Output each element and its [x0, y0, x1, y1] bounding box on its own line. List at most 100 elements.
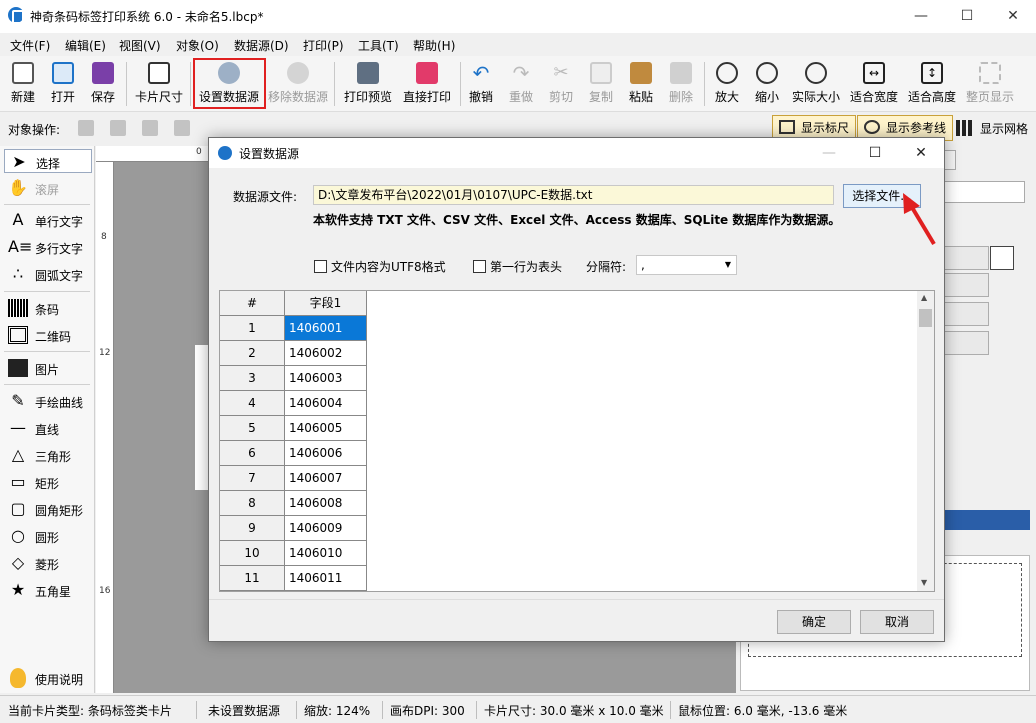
grid-header-field1[interactable]: 字段1 [285, 291, 367, 316]
tool-select-label: 选择 [36, 157, 61, 171]
grid-cell[interactable]: 1406007 [285, 466, 367, 491]
database-remove-icon [287, 62, 309, 84]
show-grid-toggle[interactable]: 显示网格 [980, 120, 1028, 137]
grid-cell[interactable]: 1406008 [285, 491, 367, 516]
tool-ellipse[interactable]: ○ 圆形 [4, 524, 92, 548]
save-button[interactable]: 保存 [86, 60, 120, 108]
scroll-down-icon[interactable]: ▼ [921, 578, 927, 587]
scrollbar-thumb[interactable] [919, 309, 932, 327]
grid-row-index[interactable]: 11 [220, 566, 285, 591]
zoom-out-button[interactable]: 缩小 [750, 60, 784, 108]
grid-row-index[interactable]: 2 [220, 341, 285, 366]
separator-select[interactable]: , ▼ [636, 255, 737, 275]
card-size-button[interactable]: 卡片尺寸 [132, 60, 186, 108]
grid-cell[interactable]: 1406011 [285, 566, 367, 591]
tool-select[interactable]: ➤ 选择 [4, 149, 92, 173]
remove-datasource-button[interactable]: 移除数据源 [266, 60, 330, 108]
zoom-out-icon [756, 62, 778, 84]
maximize-button[interactable]: ☐ [944, 0, 990, 32]
cancel-button[interactable]: 取消 [860, 610, 934, 634]
dialog-close-button[interactable]: ✕ [898, 138, 944, 168]
fit-height-button[interactable]: ↕ 适合高度 [906, 60, 958, 108]
tool-triangle[interactable]: △ 三角形 [4, 443, 92, 467]
fit-page-button[interactable]: 整页显示 [964, 60, 1016, 108]
paste-button[interactable]: 粘贴 [625, 60, 657, 108]
tool-barcode[interactable]: 条码 [4, 296, 92, 320]
print-preview-button[interactable]: 打印预览 [340, 60, 396, 108]
grid-cell[interactable]: 1406005 [285, 416, 367, 441]
layer-bottom-icon[interactable] [174, 120, 190, 136]
file-path-input[interactable]: D:\文章发布平台\2022\01月\0107\UPC-E数据.txt [313, 185, 834, 205]
zoom-in-button[interactable]: 放大 [710, 60, 744, 108]
tool-rectangle[interactable]: ▭ 矩形 [4, 470, 92, 494]
tool-line[interactable]: — 直线 [4, 416, 92, 440]
delete-button[interactable]: 删除 [665, 60, 697, 108]
tool-single-text[interactable]: A 单行文字 [4, 208, 92, 232]
grid-row-index[interactable]: 4 [220, 391, 285, 416]
grid-row-index[interactable]: 10 [220, 541, 285, 566]
close-button[interactable]: ✕ [990, 0, 1036, 32]
copy-button[interactable]: 复制 [585, 60, 617, 108]
tool-freehand[interactable]: ✎ 手绘曲线 [4, 389, 92, 413]
menu-datasource[interactable]: 数据源(D) [234, 37, 289, 54]
grid-cell[interactable]: 1406002 [285, 341, 367, 366]
scroll-up-icon[interactable]: ▲ [921, 293, 927, 302]
tool-diamond[interactable]: ◇ 菱形 [4, 551, 92, 575]
actual-size-button[interactable]: 实际大小 [790, 60, 842, 108]
dialog-maximize-button[interactable]: ☐ [852, 138, 898, 168]
paste-label: 粘贴 [628, 90, 653, 104]
grid-row-index[interactable]: 6 [220, 441, 285, 466]
grid-row-index[interactable]: 3 [220, 366, 285, 391]
tool-star[interactable]: ★ 五角星 [4, 578, 92, 602]
object-selector[interactable] [935, 181, 1025, 203]
new-button[interactable]: 新建 [6, 60, 40, 108]
minimize-button[interactable]: — [898, 0, 944, 32]
menu-view[interactable]: 视图(V) [119, 37, 161, 54]
tool-scroll[interactable]: ✋ 滚屏 [4, 176, 92, 200]
layer-up-icon[interactable] [78, 120, 94, 136]
menu-file[interactable]: 文件(F) [10, 37, 50, 54]
layer-down-icon[interactable] [110, 120, 126, 136]
menu-help[interactable]: 帮助(H) [413, 37, 455, 54]
circle-icon: ○ [11, 526, 25, 545]
tool-multi-text[interactable]: A≡ 多行文字 [4, 235, 92, 259]
tool-qrcode[interactable]: 二维码 [4, 323, 92, 347]
tool-image[interactable]: 图片 [4, 356, 92, 380]
direct-print-button[interactable]: 直接打印 [400, 60, 454, 108]
menu-tools[interactable]: 工具(T) [358, 37, 399, 54]
grid-row-index[interactable]: 7 [220, 466, 285, 491]
choose-file-button[interactable]: 选择文件... [843, 184, 921, 208]
cut-button[interactable]: ✂ 剪切 [545, 60, 577, 108]
utf8-checkbox[interactable] [314, 260, 327, 273]
redo-label: 重做 [508, 90, 533, 104]
grid-cell[interactable]: 1406004 [285, 391, 367, 416]
grid-row-index[interactable]: 1 [220, 316, 285, 341]
tool-rounded-rect[interactable]: ▢ 圆角矩形 [4, 497, 92, 521]
grid-cell[interactable]: 1406010 [285, 541, 367, 566]
grid-row-index[interactable]: 9 [220, 516, 285, 541]
vertical-scrollbar[interactable]: ▲ ▼ [917, 291, 934, 591]
grid-cell[interactable]: 1406001 [285, 316, 367, 341]
menu-edit[interactable]: 编辑(E) [65, 37, 106, 54]
help-button[interactable]: 使用说明 [4, 668, 92, 690]
color-swatch[interactable] [990, 246, 1014, 270]
tool-arc-text[interactable]: ∴ 圆弧文字 [4, 262, 92, 286]
grid-cell[interactable]: 1406009 [285, 516, 367, 541]
status-card-type[interactable]: 当前卡片类型: 条码标签类卡片 [8, 702, 172, 719]
open-button[interactable]: 打开 [46, 60, 80, 108]
grid-row-index[interactable]: 8 [220, 491, 285, 516]
menu-print[interactable]: 打印(P) [303, 37, 344, 54]
fit-width-button[interactable]: ↔ 适合宽度 [848, 60, 900, 108]
grid-cell[interactable]: 1406003 [285, 366, 367, 391]
header-row-checkbox[interactable] [473, 260, 486, 273]
ok-button[interactable]: 确定 [777, 610, 851, 634]
dialog-minimize-button[interactable]: — [806, 138, 852, 168]
undo-button[interactable]: ↶ 撤销 [465, 60, 497, 108]
grid-row-index[interactable]: 5 [220, 416, 285, 441]
layer-top-icon[interactable] [142, 120, 158, 136]
menu-object[interactable]: 对象(O) [176, 37, 219, 54]
redo-button[interactable]: ↷ 重做 [505, 60, 537, 108]
new-label: 新建 [10, 90, 35, 104]
image-icon [8, 359, 28, 377]
grid-cell[interactable]: 1406006 [285, 441, 367, 466]
